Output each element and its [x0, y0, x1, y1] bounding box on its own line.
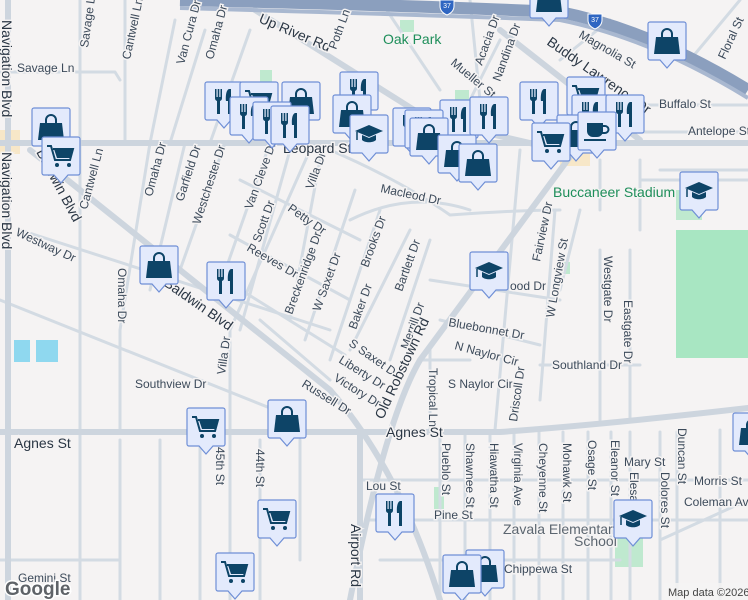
- park-label-oak-park: Oak Park: [383, 31, 442, 47]
- shopping-bag-icon: [535, 0, 563, 13]
- street-label: Eleanor St: [608, 440, 622, 497]
- street-label: Van Cura Dr: [173, 0, 204, 66]
- street-label: Omaha Dr: [115, 268, 129, 323]
- street-label: N Naylor Cir: [453, 338, 520, 368]
- street-label: Morris St: [694, 474, 743, 488]
- street-label: Coleman Ave: [684, 495, 748, 509]
- highway-shield-label: 37: [591, 17, 599, 24]
- street-label: Bartlett Dr: [392, 237, 424, 293]
- street-label: Westgate Dr: [601, 256, 615, 322]
- street-label: Osage St: [585, 440, 599, 491]
- street-label: Agnes St: [14, 435, 71, 451]
- street-label: Duncan St: [675, 428, 689, 485]
- street-label: Lou St: [366, 479, 401, 493]
- street-label: 44th St: [253, 449, 267, 488]
- poi-marker[interactable]: [519, 81, 559, 129]
- street-label: Chippewa St: [504, 562, 573, 576]
- map-canvas[interactable]: 37 37 Oak Park Buccaneer Stadium Zavala …: [0, 0, 748, 600]
- street-label: Up River Rd: [257, 10, 333, 55]
- street-label: Southland Dr: [552, 358, 622, 372]
- poi-marker[interactable]: [442, 554, 482, 600]
- street-label: Cheyenne St: [536, 443, 550, 513]
- street-label: Tropical Ln: [426, 368, 440, 427]
- street-label: Southview Dr: [135, 377, 206, 391]
- poi-markers: [31, 0, 748, 600]
- street-label: Pine St: [434, 508, 473, 522]
- poi-marker[interactable]: [349, 114, 389, 162]
- street-label: Pueblo St: [439, 443, 453, 496]
- poi-marker[interactable]: [375, 493, 415, 541]
- poi-marker[interactable]: [257, 499, 297, 547]
- street-label: Shawnee St: [463, 443, 477, 508]
- street-label: Virginia Ave: [511, 443, 525, 506]
- street-label: Navigation Blvd: [0, 152, 15, 249]
- street-label: Mohawk St: [560, 443, 574, 503]
- school-label: School: [574, 533, 617, 549]
- street-label: 45th St: [213, 447, 227, 486]
- street-label: Van Cleve Dr: [242, 140, 279, 211]
- poi-marker[interactable]: [732, 412, 748, 459]
- street-label: Brooks Dr: [358, 214, 389, 269]
- street-label: S Naylor Cir: [448, 377, 513, 391]
- street-label: Airport Rd: [348, 524, 364, 587]
- street-label: Dolores St: [658, 472, 672, 529]
- street-label: Floral St: [715, 14, 747, 61]
- street-label: Omaha Dr: [202, 4, 230, 61]
- street-label: Cantwell Ln: [119, 0, 146, 61]
- street-label: W Longview St: [543, 237, 571, 319]
- street-label: Antelope St: [688, 124, 748, 138]
- poi-marker[interactable]: [458, 143, 498, 191]
- street-label: Mary St: [624, 455, 666, 469]
- street-label: Elesa: [627, 472, 641, 502]
- street-label: Navigation Blvd: [0, 20, 15, 117]
- street-label: Eastgate Dr: [621, 300, 635, 363]
- highway-shield-label: 37: [443, 3, 451, 10]
- park-label-buccaneer-stadium: Buccaneer Stadium: [553, 184, 675, 200]
- street-label: Hiawatha St: [487, 443, 501, 508]
- google-logo: Google: [5, 579, 70, 600]
- poi-marker[interactable]: [215, 552, 255, 600]
- street-label: Driscoll Dr: [506, 366, 528, 423]
- map-attribution[interactable]: Map data ©2026: [668, 587, 748, 599]
- street-label: Savage Ln: [17, 61, 74, 75]
- street-label: ood Dr: [510, 279, 546, 293]
- street-label: Buffalo St: [659, 97, 711, 111]
